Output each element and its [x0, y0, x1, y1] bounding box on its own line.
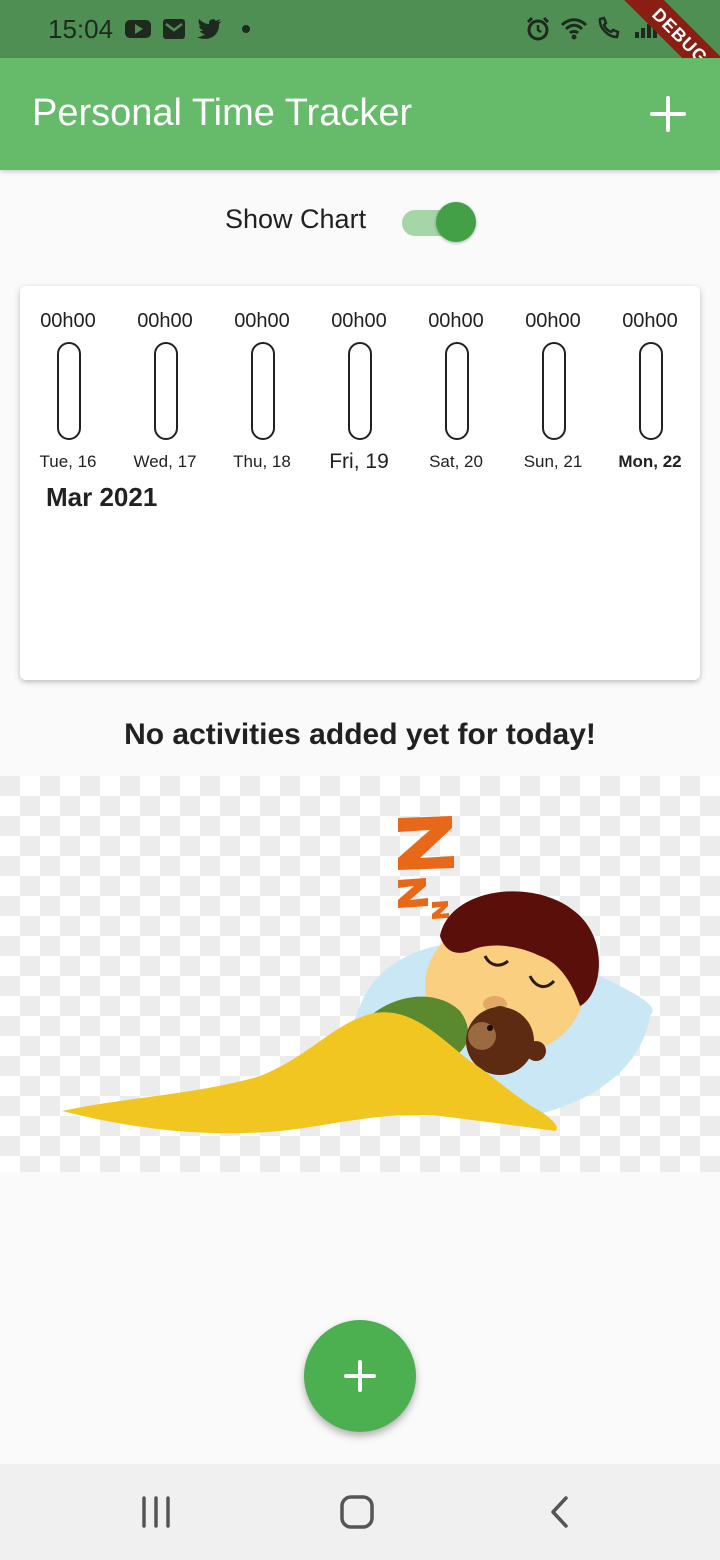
show-chart-row: Show Chart	[0, 196, 720, 246]
day-label: Wed, 17	[133, 452, 197, 471]
day-label: Sat, 20	[429, 452, 483, 471]
day-column: 00h00 Fri, 19	[311, 286, 407, 476]
home-button[interactable]	[327, 1486, 387, 1538]
day-column: 00h00 Mon, 22	[602, 286, 698, 476]
day-label: Tue, 16	[39, 452, 97, 471]
day-column: 00h00 Wed, 17	[117, 286, 213, 476]
app-bar: Personal Time Tracker	[0, 58, 720, 170]
sleeping-child-illustration	[0, 776, 720, 1172]
home-icon	[340, 1495, 374, 1529]
day-hours: 00h00	[40, 310, 96, 332]
day-column: 00h00 Thu, 18	[214, 286, 310, 476]
day-label: Thu, 18	[233, 452, 291, 471]
show-chart-label: Show Chart	[225, 204, 367, 234]
youtube-icon	[124, 16, 152, 42]
status-notification-icons	[124, 16, 260, 42]
switch-thumb	[436, 202, 476, 242]
weekly-chart-card: 00h00 Tue, 16 00h00 Wed, 17 00h00 Thu, 1…	[20, 286, 700, 680]
status-time: 15:04	[48, 14, 114, 44]
day-bar	[154, 342, 178, 440]
dot-icon	[232, 16, 260, 42]
month-label: Mar 2021	[46, 482, 158, 512]
wifi-calling-icon	[596, 16, 624, 42]
day-bar	[639, 342, 663, 440]
empty-state-message: No activities added yet for today!	[124, 718, 596, 751]
day-column: 00h00 Sun, 21	[505, 286, 601, 476]
mail-icon	[160, 16, 188, 42]
add-activity-button[interactable]	[646, 92, 690, 136]
add-activity-fab[interactable]	[304, 1320, 416, 1432]
day-hours: 00h00	[525, 310, 581, 332]
recent-apps-icon	[142, 1496, 170, 1528]
day-hours: 00h00	[622, 310, 678, 332]
day-label: Mon, 22	[618, 452, 682, 471]
day-hours: 00h00	[234, 310, 290, 332]
day-hours: 00h00	[428, 310, 484, 332]
day-bar	[251, 342, 275, 440]
day-bar	[542, 342, 566, 440]
day-column: 00h00 Sat, 20	[408, 286, 504, 476]
show-chart-switch[interactable]	[402, 200, 476, 242]
back-button[interactable]	[530, 1486, 590, 1538]
plus-icon	[650, 96, 686, 132]
twitter-icon	[196, 16, 224, 42]
day-bar	[348, 342, 372, 440]
day-hours: 00h00	[331, 310, 387, 332]
system-nav-bar	[0, 1464, 720, 1560]
recent-apps-button[interactable]	[126, 1486, 186, 1538]
day-bar	[445, 342, 469, 440]
plus-icon	[344, 1360, 376, 1392]
day-label: Fri, 19	[329, 450, 389, 473]
wifi-icon	[560, 16, 588, 42]
status-bar: 15:04 DEBUG	[0, 0, 720, 110]
day-label: Sun, 21	[523, 452, 583, 471]
day-hours: 00h00	[137, 310, 193, 332]
day-column: 00h00 Tue, 16	[20, 286, 116, 476]
day-bar	[57, 342, 81, 440]
back-icon	[551, 1496, 568, 1528]
alarm-icon	[524, 16, 552, 42]
status-system-icons	[524, 16, 660, 42]
page-title: Personal Time Tracker	[32, 92, 413, 134]
